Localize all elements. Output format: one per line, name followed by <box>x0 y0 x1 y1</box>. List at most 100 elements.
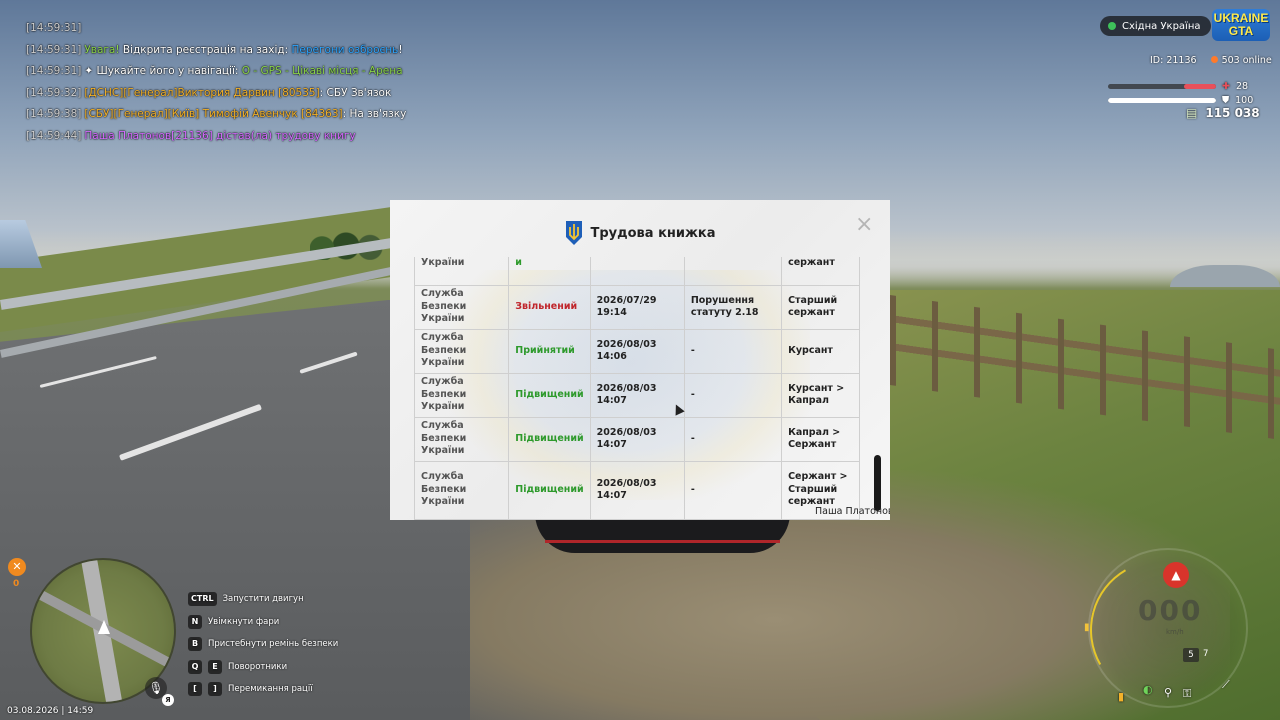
key-hint-label: Перемикання рації <box>228 684 313 695</box>
modal-header: Трудова книжка <box>390 218 890 248</box>
table-row: України и сержант <box>414 257 860 286</box>
tools-icon: ✕ <box>8 558 26 576</box>
speed-value: 000 <box>1138 594 1203 627</box>
chat-line: [14:59:31] <box>26 18 406 40</box>
armor-bar-fill <box>1108 98 1216 103</box>
trident-icon <box>566 221 583 245</box>
health-row: ✚ 28 <box>1108 81 1248 92</box>
table-scrollbar[interactable] <box>874 455 881 511</box>
chat-timestamp: [14:59:44] <box>26 129 82 142</box>
logo-text-sub: GTA <box>1228 24 1254 38</box>
row-date: 2026/07/29 19:14 <box>590 285 685 330</box>
workbook-table-viewport[interactable]: України и сержант Служба Безпеки України Зві… <box>414 257 862 520</box>
modal-title: Трудова книжка <box>590 225 716 241</box>
row-rank: Старший сержант <box>781 285 860 330</box>
row-organization: Служба Безпеки України <box>414 285 510 330</box>
chat-text: O - GPS - Цікаві місця - Арена <box>241 65 403 77</box>
row-reason: - <box>684 373 783 418</box>
headlights-icon: ◐ <box>1143 683 1153 696</box>
date-time: 03.08.2026 | 14:59 <box>7 706 94 716</box>
row-action: и <box>508 257 591 286</box>
row-rank: сержант <box>781 257 860 286</box>
key-cap: Q <box>188 659 202 674</box>
chat-text: Увага! <box>84 43 120 56</box>
region-badge: Східна Україна <box>1100 16 1211 36</box>
chat-text: ✦ Шукайте його у навігації: <box>84 65 242 77</box>
gear-next: 7 <box>1203 649 1209 659</box>
player-arrow-icon <box>98 620 110 634</box>
language-badge: Я <box>162 694 174 706</box>
lock-icon: ⟋ <box>1222 678 1230 691</box>
health-bar <box>1108 84 1216 89</box>
key-hint: [] Перемикання рації <box>188 678 338 701</box>
key-hint: CTRL Запустити двигун <box>188 588 338 611</box>
close-button[interactable]: × <box>855 214 873 236</box>
row-action: Підвищений <box>508 373 591 418</box>
row-reason: - <box>684 461 783 520</box>
row-date <box>590 257 685 286</box>
region-name: Східна Україна <box>1122 20 1201 32</box>
speed-unit: km/h <box>1166 628 1184 636</box>
row-action: Звільнений <box>508 285 591 330</box>
chat-line: [14:59:44] Паша Платонов[21136] дістав(ла… <box>26 126 406 148</box>
chat-text: Паша Платонов[21136] дістав(ла) трудову … <box>84 129 356 142</box>
chat-log: [14:59:31] [14:59:31] Увага! Відкрита реєс… <box>26 18 406 147</box>
key-cap: N <box>188 614 202 629</box>
row-reason: - <box>684 417 783 462</box>
chat-text: : СБУ Зв'язок <box>319 86 392 99</box>
player-name: Паша Платонов <box>815 506 890 517</box>
chat-timestamp: [14:59:31] <box>26 65 82 77</box>
chat-line: [14:59:31] Увага! Відкрита реєстрація на … <box>26 40 406 62</box>
chat-text: Перегони озброєнь <box>291 43 399 56</box>
money-display: ▤ 115 038 <box>1186 106 1260 120</box>
row-date: 2026/08/03 14:07 <box>590 461 685 520</box>
row-reason: - <box>684 329 783 374</box>
health-value: 28 <box>1235 81 1249 92</box>
row-organization: України <box>414 257 510 286</box>
key-hint-label: Поворотники <box>228 661 288 672</box>
gear-current: 5 <box>1183 648 1199 662</box>
tools-count: 0 <box>13 579 20 589</box>
row-date: 2026/08/03 14:07 <box>590 417 685 462</box>
key-hint: N Увімкнути фари <box>188 611 338 634</box>
row-rank: Курсант <box>781 329 860 374</box>
chat-text: Відкрита реєстрація на захід: <box>119 43 292 56</box>
row-rank: Курсант > Капрал <box>781 373 860 418</box>
chat-line: [14:59:32] [ДСНС][Генерал]Виктория Дарвин… <box>26 83 406 105</box>
chat-timestamp: [14:59:31] <box>26 22 82 34</box>
player-id: ID: 21136 <box>1150 55 1197 66</box>
online-icon <box>1210 56 1218 63</box>
key-cap: ] <box>208 682 222 697</box>
key-hint-label: Увімкнути фари <box>208 616 280 627</box>
key-cap: B <box>188 637 202 652</box>
shield-icon: ⛊ <box>1222 95 1230 106</box>
row-action: Прийнятий <box>508 329 591 374</box>
health-bar-fill <box>1183 84 1216 89</box>
key-cap: CTRL <box>188 592 217 607</box>
armor-value: 100 <box>1235 95 1254 106</box>
row-date: 2026/08/03 14:07 <box>590 373 685 418</box>
row-reason <box>684 257 783 286</box>
table-row: Служба Безпеки України Звільнений 2026/07/… <box>414 285 860 330</box>
key-hints: CTRL Запустити двигун N Увімкнути фари B Прис… <box>188 588 338 701</box>
workbook-modal: Трудова книжка × України и сержант Служба Б… <box>390 200 890 520</box>
row-organization: Служба Безпеки України <box>414 461 510 520</box>
row-organization: Служба Безпеки України <box>414 373 510 418</box>
seatbelt-icon: ⚲ <box>1164 686 1173 699</box>
money-value: 115 038 <box>1205 106 1260 120</box>
chat-text: : На зв'язку <box>342 108 407 120</box>
warning-icon: ▲ <box>1163 562 1189 588</box>
chat-timestamp: [14:59:31] <box>26 43 82 56</box>
chat-timestamp: [14:59:38] <box>26 108 82 120</box>
key-hint-label: Запустити двигун <box>222 594 304 605</box>
armor-row: ⛊ 100 <box>1108 95 1253 106</box>
location-icon <box>1108 22 1116 30</box>
player-id-line: ID: 21136 503 online <box>1150 55 1272 66</box>
chat-text: ! <box>398 43 403 56</box>
table-row: Служба Безпеки України Підвищений 2026/08/… <box>414 461 860 520</box>
key-cap: [ <box>188 682 202 697</box>
table-row: Служба Безпеки України Прийнятий 2026/08/0… <box>414 329 860 374</box>
chat-line: [14:59:38] [СБУ][Генерал][Київ] Тимофій А… <box>26 104 406 126</box>
armor-bar <box>1108 98 1216 103</box>
row-date: 2026/08/03 14:06 <box>590 329 685 374</box>
